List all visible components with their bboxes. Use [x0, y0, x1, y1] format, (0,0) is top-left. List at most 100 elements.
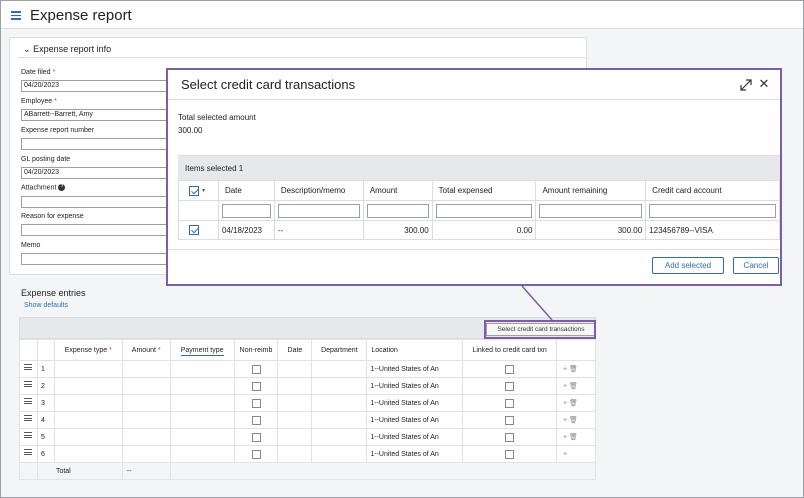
drag-handle-icon[interactable] — [24, 364, 33, 372]
column-header-date[interactable]: Date — [277, 339, 313, 361]
drag-handle-icon[interactable] — [24, 381, 33, 389]
amount-cell[interactable] — [121, 377, 171, 395]
non-reimb-checkbox[interactable] — [251, 381, 261, 391]
column-header-amount[interactable]: Amount * — [121, 339, 171, 361]
amount-cell[interactable] — [121, 445, 171, 463]
date-cell[interactable] — [277, 411, 313, 429]
add-row-icon[interactable]: + — [563, 400, 567, 407]
table-row[interactable]: 3 1--United States of An + 🗑 — [19, 394, 597, 412]
department-cell[interactable] — [311, 445, 368, 463]
reason-for-expense-input[interactable] — [21, 224, 181, 236]
column-header-payment-type[interactable]: Payment type — [169, 339, 235, 361]
department-cell[interactable] — [311, 394, 368, 412]
linked-cc-checkbox[interactable] — [505, 449, 515, 459]
non-reimb-checkbox[interactable] — [251, 449, 261, 459]
column-header-amount[interactable]: Amount — [362, 180, 433, 201]
row-checkbox[interactable] — [189, 225, 199, 235]
help-icon[interactable]: ? — [58, 184, 66, 191]
column-header-date[interactable]: Date — [217, 180, 275, 201]
amount-remaining-filter-input[interactable] — [539, 203, 643, 218]
date-cell[interactable] — [277, 428, 313, 446]
delete-row-icon[interactable]: 🗑 — [569, 383, 578, 390]
drag-handle-icon[interactable] — [24, 432, 33, 440]
memo-input[interactable] — [21, 253, 181, 265]
select-all-checkbox[interactable] — [189, 185, 199, 196]
column-header-expense-type[interactable]: Expense type * — [53, 339, 123, 361]
linked-cc-checkbox[interactable] — [505, 398, 515, 408]
payment-type-cell[interactable] — [169, 394, 235, 412]
column-header-linked-cc[interactable]: Linked to credit card txn — [462, 339, 557, 361]
table-row[interactable]: 5 1--United States of An + 🗑 — [19, 428, 597, 446]
amount-cell[interactable] — [121, 428, 171, 446]
linked-cc-checkbox[interactable] — [505, 432, 515, 442]
expense-report-number-input[interactable] — [21, 138, 181, 150]
expense-type-cell[interactable] — [53, 377, 123, 395]
table-row[interactable]: 4 1--United States of An + 🗑 — [19, 411, 597, 429]
attachment-input[interactable] — [21, 196, 181, 208]
amount-cell[interactable] — [121, 411, 171, 429]
payment-type-cell[interactable] — [169, 411, 235, 429]
expense-type-cell[interactable] — [53, 394, 123, 412]
column-header-location[interactable]: Location — [366, 339, 464, 361]
column-header-amount-remaining[interactable]: Amount remaining — [535, 180, 647, 201]
location-cell[interactable]: 1--United States of An — [366, 411, 464, 429]
amount-cell[interactable] — [121, 360, 171, 378]
expense-type-cell[interactable] — [53, 411, 123, 429]
non-reimb-checkbox[interactable] — [251, 398, 261, 408]
add-row-icon[interactable]: + — [563, 383, 567, 390]
column-header-department[interactable]: Department — [311, 339, 368, 361]
expand-icon[interactable] — [740, 79, 752, 91]
non-reimb-checkbox[interactable] — [251, 364, 261, 374]
location-cell[interactable]: 1--United States of An — [366, 445, 464, 463]
date-filed-input[interactable]: 04/20/2023 — [21, 80, 181, 92]
location-cell[interactable]: 1--United States of An — [366, 377, 464, 395]
expense-type-cell[interactable] — [53, 360, 123, 378]
date-cell[interactable] — [277, 377, 313, 395]
select-all-header[interactable]: ▾ — [178, 180, 219, 201]
table-row[interactable]: 2 1--United States of An + 🗑 — [19, 377, 597, 395]
department-cell[interactable] — [311, 377, 368, 395]
show-defaults-link[interactable]: Show defaults — [24, 302, 68, 309]
date-cell[interactable] — [277, 394, 313, 412]
location-cell[interactable]: 1--United States of An — [366, 428, 464, 446]
location-cell[interactable]: 1--United States of An — [366, 394, 464, 412]
payment-type-cell[interactable] — [169, 360, 235, 378]
linked-cc-checkbox[interactable] — [505, 381, 515, 391]
amount-cell[interactable] — [121, 394, 171, 412]
delete-row-icon[interactable]: 🗑 — [569, 366, 578, 373]
table-row[interactable]: 1 1--United States of An + 🗑 — [19, 360, 597, 378]
linked-cc-checkbox[interactable] — [505, 364, 515, 374]
chevron-down-icon[interactable]: ▾ — [202, 188, 205, 194]
date-filter-input[interactable] — [221, 203, 271, 218]
location-cell[interactable]: 1--United States of An — [366, 360, 464, 378]
delete-row-icon[interactable]: 🗑 — [569, 434, 578, 441]
close-icon[interactable]: ✕ — [758, 77, 770, 90]
payment-type-cell[interactable] — [169, 428, 235, 446]
column-header-credit-card-account[interactable]: Credit card account — [645, 180, 780, 201]
expense-type-cell[interactable] — [53, 445, 123, 463]
column-header-description[interactable]: Description/memo — [273, 180, 364, 201]
drag-handle-icon[interactable] — [24, 398, 33, 406]
drag-handle-icon[interactable] — [24, 415, 33, 423]
cancel-button[interactable]: Cancel — [733, 257, 779, 274]
expense-type-cell[interactable] — [53, 428, 123, 446]
add-row-icon[interactable]: + — [563, 451, 567, 458]
non-reimb-checkbox[interactable] — [251, 415, 261, 425]
add-row-icon[interactable]: + — [563, 366, 567, 373]
payment-type-cell[interactable] — [169, 445, 235, 463]
date-cell[interactable] — [277, 360, 313, 378]
column-header-non-reimb[interactable]: Non-reimb — [233, 339, 279, 361]
department-cell[interactable] — [311, 411, 368, 429]
table-row[interactable]: 6 1--United States of An + — [19, 445, 597, 463]
description-filter-input[interactable] — [277, 203, 360, 218]
menu-icon[interactable] — [11, 11, 21, 20]
non-reimb-checkbox[interactable] — [251, 432, 261, 442]
employee-input[interactable]: ABarrett--Barrett, Amy — [21, 109, 181, 121]
delete-row-icon[interactable]: 🗑 — [569, 400, 578, 407]
add-row-icon[interactable]: + — [563, 434, 567, 441]
table-row[interactable]: 04/18/2023 -- 300.00 0.00 300.00 1234567… — [178, 220, 780, 240]
gl-posting-date-input[interactable]: 04/20/2023 — [21, 167, 181, 179]
linked-cc-checkbox[interactable] — [505, 415, 515, 425]
delete-row-icon[interactable]: 🗑 — [569, 417, 578, 424]
add-selected-button[interactable]: Add selected — [652, 257, 724, 274]
